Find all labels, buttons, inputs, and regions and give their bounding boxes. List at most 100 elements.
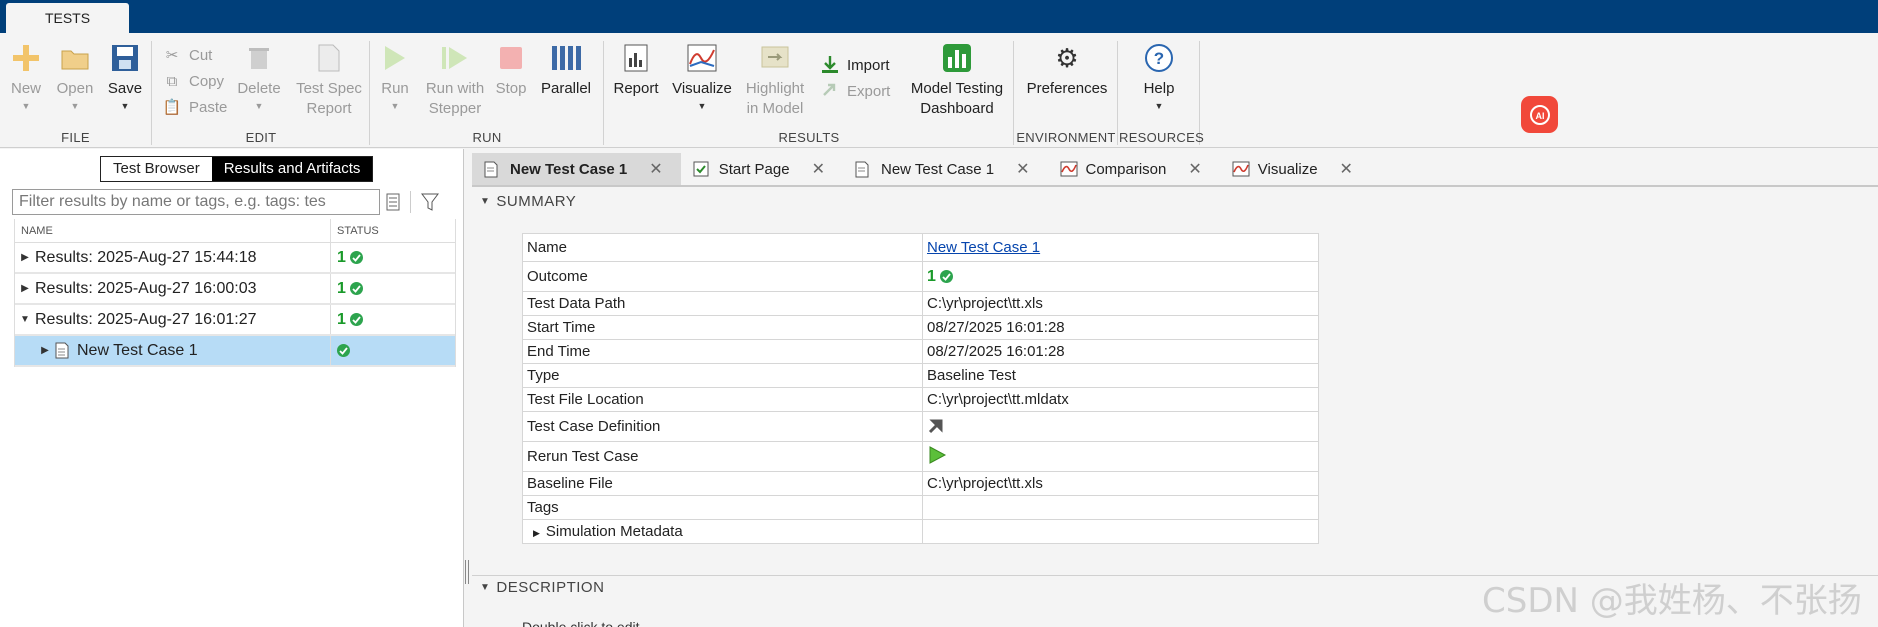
close-icon[interactable]: ✕ <box>1188 159 1201 179</box>
new-button[interactable]: New ▼ <box>6 41 46 113</box>
highlight-icon <box>758 41 792 75</box>
visualize-dropdown-icon[interactable]: ▼ <box>698 99 707 113</box>
expand-caret-icon[interactable]: ▶ <box>533 528 540 538</box>
tab-start-page[interactable]: Start Page ✕ <box>680 153 843 185</box>
export-label: Export <box>847 82 891 100</box>
tab-tests[interactable]: TESTS <box>6 3 129 33</box>
results-row-3[interactable]: ▼ Results: 2025-Aug-27 16:01:27 1 <box>15 305 455 336</box>
stop-button[interactable]: Stop <box>493 41 529 99</box>
close-icon[interactable]: ✕ <box>812 159 825 179</box>
run-group-label: RUN <box>472 130 502 145</box>
new-dropdown-icon[interactable]: ▼ <box>22 99 31 113</box>
list-options-icon[interactable] <box>386 193 400 211</box>
rerun-play-icon[interactable] <box>927 445 947 465</box>
delete-button[interactable]: Delete ▼ <box>233 41 285 113</box>
column-name-header[interactable]: NAME <box>15 218 331 243</box>
results-group-label: RESULTS <box>778 130 840 145</box>
parallel-icon <box>549 41 583 75</box>
delete-label: Delete <box>237 80 281 97</box>
open-dropdown-icon[interactable]: ▼ <box>71 99 80 113</box>
property-key: Outcome <box>522 261 923 292</box>
help-button[interactable]: ? Help ▼ <box>1137 41 1181 113</box>
highlight-label-2: in Model <box>746 100 804 117</box>
save-button[interactable]: Save ▼ <box>104 41 146 113</box>
tab-results-and-artifacts[interactable]: Results and Artifacts <box>211 157 373 181</box>
open-button[interactable]: Open ▼ <box>52 41 98 113</box>
results-filter-input[interactable]: Filter results by name or tags, e.g. tag… <box>12 189 380 215</box>
collapse-caret-icon[interactable]: ▼ <box>15 314 35 325</box>
property-key: Baseline File <box>522 471 923 496</box>
property-key: Name <box>522 233 923 262</box>
property-value: 08/27/2025 16:01:28 <box>922 315 1319 340</box>
pass-check-icon <box>349 313 363 326</box>
tab-visualize[interactable]: Visualize ✕ <box>1219 153 1371 185</box>
scissors-icon: ✂ <box>165 47 179 64</box>
save-dropdown-icon[interactable]: ▼ <box>121 99 130 113</box>
expand-caret-icon[interactable]: ▶ <box>15 283 35 294</box>
tab-new-test-case-1-second[interactable]: New Test Case 1 ✕ <box>842 153 1048 185</box>
pass-check-icon <box>337 344 350 357</box>
edit-group: ✂ Cut ⧉ Copy 📋 Paste Delete ▼ Test Spec Rep… <box>153 41 370 145</box>
test-case-name-link[interactable]: New Test Case 1 <box>927 239 1040 256</box>
close-icon[interactable]: ✕ <box>649 159 662 179</box>
pass-count: 1 <box>337 248 346 266</box>
run-with-stepper-button[interactable]: Run with Stepper <box>423 41 487 119</box>
results-row-1[interactable]: ▶ Results: 2025-Aug-27 15:44:18 1 <box>15 243 455 274</box>
results-row-label: Results: 2025-Aug-27 16:00:03 <box>35 279 257 297</box>
test-spec-report-button[interactable]: Test Spec Report <box>293 41 365 119</box>
delete-dropdown-icon[interactable]: ▼ <box>255 99 264 113</box>
report-button[interactable]: Report <box>611 41 661 99</box>
import-button[interactable]: Import <box>819 53 890 77</box>
go-to-definition-icon[interactable] <box>927 416 945 434</box>
ribbon-toolbar: New ▼ Open ▼ Save ▼ FILE ✂ Cut ⧉ Copy 📋 Pas… <box>0 33 1878 148</box>
tab-new-test-case-1[interactable]: New Test Case 1 ✕ <box>472 153 681 185</box>
export-button[interactable]: Export <box>819 79 890 103</box>
collapse-caret-icon: ▼ <box>480 196 491 207</box>
copy-icon: ⧉ <box>166 72 178 90</box>
summary-row-type: Type Baseline Test <box>522 363 1319 388</box>
cut-button[interactable]: ✂ Cut <box>161 43 213 67</box>
outcome-count: 1 <box>927 267 936 285</box>
tab-test-browser[interactable]: Test Browser <box>101 157 212 181</box>
tab-comparison[interactable]: Comparison ✕ <box>1047 153 1220 185</box>
highlight-in-model-button[interactable]: Highlight in Model <box>741 41 809 119</box>
stop-label: Stop <box>495 80 527 97</box>
expand-caret-icon[interactable]: ▶ <box>35 345 55 356</box>
environment-group-label: ENVIRONMENT <box>1016 130 1116 145</box>
help-dropdown-icon[interactable]: ▼ <box>1155 99 1164 113</box>
tags-value[interactable] <box>922 495 1319 520</box>
summary-section-header[interactable]: ▼ SUMMARY <box>480 193 576 210</box>
paste-button[interactable]: 📋 Paste <box>161 95 228 119</box>
run-dropdown-icon[interactable]: ▼ <box>391 99 400 113</box>
property-key: Test File Location <box>522 387 923 412</box>
close-icon[interactable]: ✕ <box>1340 159 1353 179</box>
paste-icon: 📋 <box>162 99 182 116</box>
summary-row-simulation-metadata[interactable]: ▶ Simulation Metadata <box>522 519 1319 544</box>
description-edit-hint[interactable]: Double click to edit <box>522 619 640 627</box>
expand-caret-icon[interactable]: ▶ <box>15 252 35 263</box>
comparison-icon <box>1060 160 1078 178</box>
svg-text:?: ? <box>1154 49 1164 68</box>
summary-table: Name New Test Case 1 Outcome 1 Test Data… <box>522 233 1319 544</box>
ai-icon: AI <box>1529 104 1550 125</box>
model-testing-dashboard-button[interactable]: Model Testing Dashboard <box>905 41 1009 119</box>
trash-icon <box>242 41 276 75</box>
new-icon <box>9 41 43 75</box>
run-button[interactable]: Run ▼ <box>375 41 415 113</box>
close-icon[interactable]: ✕ <box>1016 159 1029 179</box>
gear-icon: ⚙ <box>1055 43 1079 73</box>
visualize-label: Visualize <box>672 80 732 97</box>
ai-assistant-button[interactable]: AI <box>1521 96 1558 133</box>
preferences-button[interactable]: ⚙ Preferences <box>1025 41 1109 99</box>
summary-title: SUMMARY <box>496 193 577 210</box>
pane-splitter-handle[interactable] <box>465 560 469 584</box>
parallel-button[interactable]: Parallel <box>537 41 595 99</box>
copy-button[interactable]: ⧉ Copy <box>161 69 224 93</box>
column-status-header[interactable]: STATUS <box>331 225 379 237</box>
filter-icon[interactable] <box>421 192 439 212</box>
description-section-header[interactable]: ▼ DESCRIPTION <box>480 579 604 596</box>
visualize-button[interactable]: Visualize ▼ <box>671 41 733 113</box>
test-case-row[interactable]: ▶ New Test Case 1 <box>15 336 455 367</box>
document-icon <box>312 41 346 75</box>
results-row-2[interactable]: ▶ Results: 2025-Aug-27 16:00:03 1 <box>15 274 455 305</box>
